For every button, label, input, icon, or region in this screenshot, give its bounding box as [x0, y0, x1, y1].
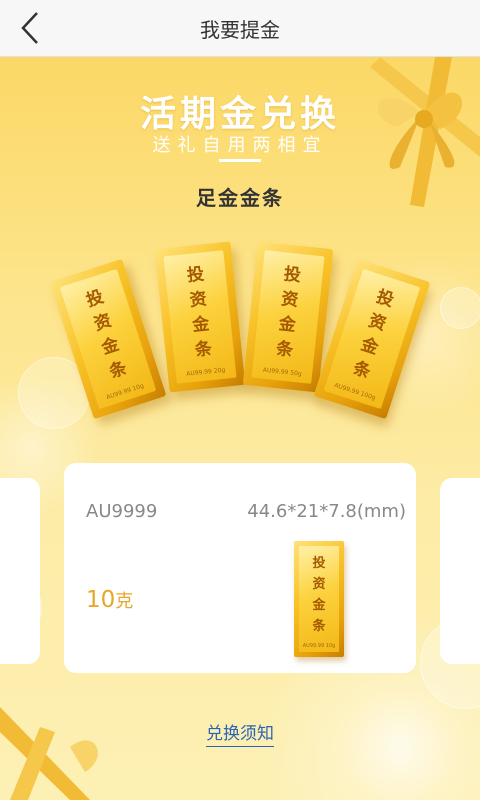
gold-bar-image: 投 资 金 条 AU99.99 50g	[242, 241, 334, 393]
bar-char: 条	[350, 358, 373, 383]
gold-bar-thumbnail: 投 资 金 条 AU99.99 10g	[294, 541, 344, 657]
gold-bar-image: 投 资 金 条 AU99.99 20g	[154, 241, 246, 393]
product-card[interactable]: AU9999 44.6*21*7.8(mm) 10克 投 资 金 条 AU99.…	[64, 463, 416, 673]
bar-char: 投	[312, 556, 326, 571]
bar-mark: AU99.99 20g	[186, 366, 226, 378]
bar-char: 资	[280, 289, 300, 311]
bar-char: 条	[107, 358, 130, 383]
product-weight: 10克	[86, 587, 133, 613]
bar-mark: AU99.99 50g	[262, 366, 302, 378]
bar-mark: AU99.99 10g	[302, 643, 336, 649]
bar-char: 金	[312, 598, 326, 613]
bar-mark: AU99.99 100g	[333, 381, 377, 402]
bar-char: 投	[282, 264, 302, 287]
bar-char: 条	[275, 338, 295, 361]
bar-char: 资	[312, 577, 326, 592]
previous-product-card[interactable]	[0, 478, 40, 664]
product-code: AU9999	[86, 501, 158, 522]
weight-unit: 克	[115, 591, 134, 612]
gold-bar-image: 投 资 金 条 AU99.99 100g	[313, 258, 431, 420]
promo-subtitle: 送礼自用两相宜	[152, 135, 328, 156]
product-name: 足金金条	[196, 186, 284, 210]
bar-char: 投	[186, 264, 206, 287]
page-title: 我要提金	[200, 17, 280, 42]
bokeh-decoration	[440, 287, 480, 329]
bar-char: 金	[277, 314, 297, 336]
notice-container: 兑换须知	[0, 719, 480, 747]
top-nav-bar: 我要提金	[0, 0, 480, 57]
bar-char: 条	[193, 338, 213, 361]
promo-title: 活期金兑换	[139, 94, 340, 135]
chevron-left-icon	[21, 12, 38, 44]
bar-char: 资	[188, 289, 208, 311]
exchange-notice-link[interactable]: 兑换须知	[206, 724, 274, 747]
product-dimensions: 44.6*21*7.8(mm)	[247, 501, 406, 522]
weight-value: 10	[86, 587, 116, 613]
promo-banner: 活期金兑换 送礼自用两相宜 足金金条 投 资 金 条 AU99.99 10g 投…	[0, 57, 480, 800]
next-product-card[interactable]	[440, 478, 480, 664]
back-button[interactable]	[10, 8, 50, 48]
bar-char: 条	[312, 619, 326, 634]
bar-mark: AU99.99 10g	[105, 382, 145, 402]
bar-char: 金	[191, 314, 211, 336]
divider	[219, 159, 261, 162]
